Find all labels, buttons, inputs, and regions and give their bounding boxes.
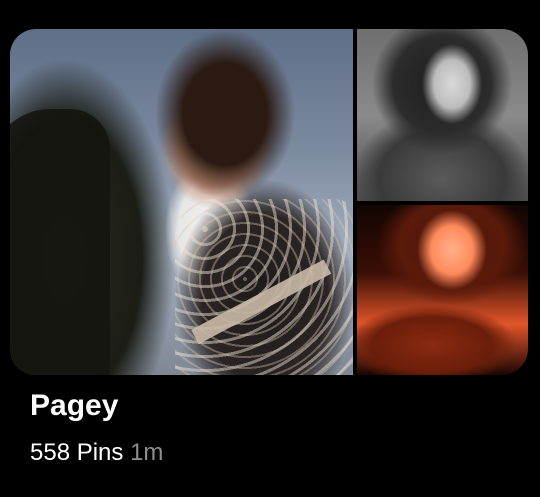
board-title[interactable]: Pagey [30,387,118,425]
board-cover-collage[interactable] [10,29,528,375]
foreground-shoulder [10,109,110,375]
collage-bottom-right-photo [357,205,528,375]
last-updated: 1m [130,439,164,466]
board-meta: 558 Pins 1m [30,437,163,469]
board-card[interactable]: Pagey 558 Pins 1m [0,0,540,497]
pin-count: 558 Pins [30,439,124,466]
collage-main-photo [10,29,353,375]
embroidered-jacket [175,199,353,375]
collage-top-right-photo [357,29,528,201]
